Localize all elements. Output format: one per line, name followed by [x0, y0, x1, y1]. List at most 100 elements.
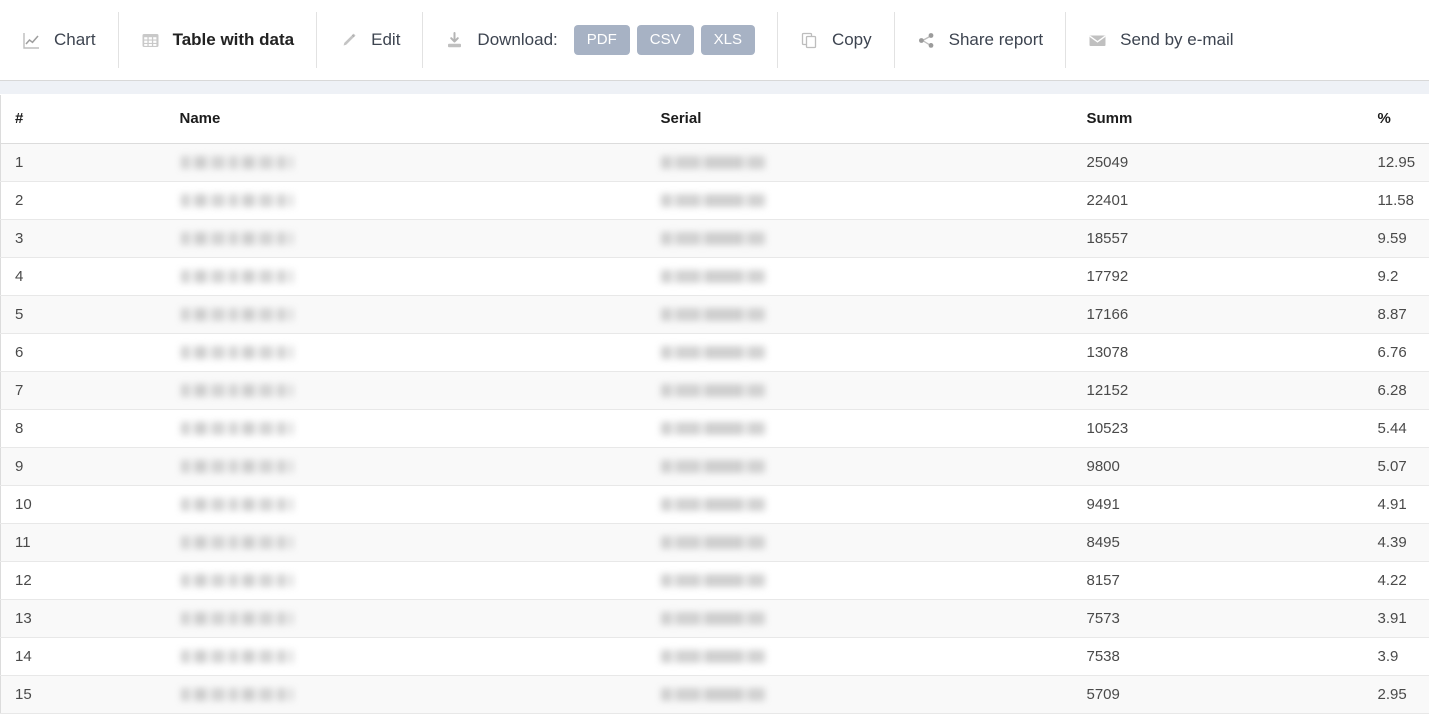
- toolbar-group-share: Share report: [893, 12, 1066, 68]
- toolbar-item-table-label: Table with data: [172, 30, 295, 49]
- download-csv-button[interactable]: CSV: [636, 25, 694, 55]
- table-row[interactable]: 5 17166 8.87: [0, 295, 1429, 334]
- table-row[interactable]: 2 22401 11.58: [0, 181, 1429, 220]
- toolbar-item-edit[interactable]: Edit: [339, 30, 400, 50]
- redacted-serial-value: [660, 156, 765, 170]
- cell-serial: [646, 485, 1073, 524]
- redacted-name-value: [180, 346, 293, 360]
- toolbar-group-table: Table with data: [117, 12, 317, 68]
- table-row[interactable]: 11 8495 4.39: [0, 523, 1429, 562]
- cell-name: [165, 181, 647, 220]
- toolbar-group-edit: Edit: [316, 12, 422, 68]
- cell-index: 7: [0, 371, 166, 410]
- line-chart-icon: [22, 31, 41, 50]
- cell-name: [165, 637, 647, 676]
- cell-name: [165, 295, 647, 334]
- table-row[interactable]: 3 18557 9.59: [0, 219, 1429, 258]
- cell-percent: 6.76: [1363, 333, 1429, 372]
- cell-summ: 17166: [1072, 295, 1364, 334]
- cell-summ: 18557: [1072, 219, 1364, 258]
- cell-name: [165, 409, 647, 448]
- cell-percent: 4.39: [1363, 523, 1429, 562]
- cell-serial: [646, 599, 1073, 638]
- table-row[interactable]: 1 25049 12.95: [0, 143, 1429, 182]
- toolbar-item-table[interactable]: Table with data: [141, 30, 295, 50]
- envelope-icon: [1088, 31, 1107, 50]
- column-header-summ[interactable]: Summ: [1072, 95, 1364, 144]
- cell-name: [165, 333, 647, 372]
- cell-percent: 2.95: [1363, 675, 1429, 714]
- toolbar-item-share[interactable]: Share report: [917, 30, 1044, 50]
- table-row[interactable]: 7 12152 6.28: [0, 371, 1429, 410]
- redacted-name-value: [180, 156, 293, 170]
- column-header-serial[interactable]: Serial: [646, 95, 1073, 144]
- table-row[interactable]: 4 17792 9.2: [0, 257, 1429, 296]
- cell-percent: 9.2: [1363, 257, 1429, 296]
- cell-serial: [646, 675, 1073, 714]
- redacted-serial-value: [660, 346, 765, 360]
- cell-summ: 22401: [1072, 181, 1364, 220]
- table-row[interactable]: 12 8157 4.22: [0, 561, 1429, 600]
- cell-name: [165, 561, 647, 600]
- cell-index: 6: [0, 333, 166, 372]
- redacted-serial-value: [660, 612, 765, 626]
- toolbar-item-download-label: Download:: [477, 30, 558, 49]
- redacted-serial-value: [660, 232, 765, 246]
- cell-percent: 11.58: [1363, 181, 1429, 220]
- cell-name: [165, 371, 647, 410]
- cell-summ: 7573: [1072, 599, 1364, 638]
- table-row[interactable]: 13 7573 3.91: [0, 599, 1429, 638]
- cell-serial: [646, 219, 1073, 258]
- report-toolbar: Chart Table with data Edit Download: PDF…: [0, 0, 1429, 81]
- redacted-name-value: [180, 422, 293, 436]
- pencil-icon: [339, 31, 358, 50]
- redacted-name-value: [180, 688, 293, 702]
- table-row[interactable]: 6 13078 6.76: [0, 333, 1429, 372]
- copy-icon: [800, 31, 819, 50]
- cell-percent: 5.07: [1363, 447, 1429, 486]
- toolbar-item-copy[interactable]: Copy: [800, 30, 872, 50]
- table-row[interactable]: 14 7538 3.9: [0, 637, 1429, 676]
- cell-summ: 7538: [1072, 637, 1364, 676]
- table-header: # Name Serial Summ %: [0, 95, 1429, 144]
- column-header-name[interactable]: Name: [165, 95, 647, 144]
- table-row[interactable]: 8 10523 5.44: [0, 409, 1429, 448]
- download-xls-button[interactable]: XLS: [700, 25, 755, 55]
- table-header-row: # Name Serial Summ %: [0, 95, 1429, 144]
- cell-serial: [646, 371, 1073, 410]
- cell-percent: 6.28: [1363, 371, 1429, 410]
- cell-serial: [646, 295, 1073, 334]
- download-format-buttons: PDF CSV XLS: [573, 25, 755, 55]
- cell-percent: 12.95: [1363, 143, 1429, 182]
- redacted-serial-value: [660, 422, 765, 436]
- toolbar-group-download: Download: PDF CSV XLS: [422, 12, 777, 68]
- redacted-serial-value: [660, 460, 765, 474]
- cell-serial: [646, 561, 1073, 600]
- table-row[interactable]: 9 9800 5.07: [0, 447, 1429, 486]
- redacted-serial-value: [660, 650, 765, 664]
- column-header-percent[interactable]: %: [1363, 95, 1429, 144]
- cell-summ: 8495: [1072, 523, 1364, 562]
- toolbar-item-download: Download:: [445, 30, 558, 50]
- toolbar-item-email-label: Send by e-mail: [1120, 30, 1234, 49]
- toolbar-item-chart[interactable]: Chart: [22, 30, 96, 50]
- toolbar-item-copy-label: Copy: [831, 30, 872, 49]
- redacted-serial-value: [660, 498, 765, 512]
- cell-index: 12: [0, 561, 166, 600]
- toolbar-item-share-label: Share report: [948, 30, 1044, 49]
- toolbar-group-copy: Copy: [776, 12, 894, 68]
- redacted-serial-value: [660, 574, 765, 588]
- cell-index: 4: [0, 257, 166, 296]
- cell-summ: 12152: [1072, 371, 1364, 410]
- redacted-name-value: [180, 498, 293, 512]
- cell-percent: 5.44: [1363, 409, 1429, 448]
- redacted-serial-value: [660, 384, 765, 398]
- toolbar-item-email[interactable]: Send by e-mail: [1088, 30, 1234, 50]
- cell-index: 13: [0, 599, 166, 638]
- table-row[interactable]: 15 5709 2.95: [0, 675, 1429, 714]
- cell-percent: 3.9: [1363, 637, 1429, 676]
- table-row[interactable]: 10 9491 4.91: [0, 485, 1429, 524]
- column-header-index[interactable]: #: [0, 95, 166, 144]
- download-pdf-button[interactable]: PDF: [573, 25, 630, 55]
- cell-summ: 10523: [1072, 409, 1364, 448]
